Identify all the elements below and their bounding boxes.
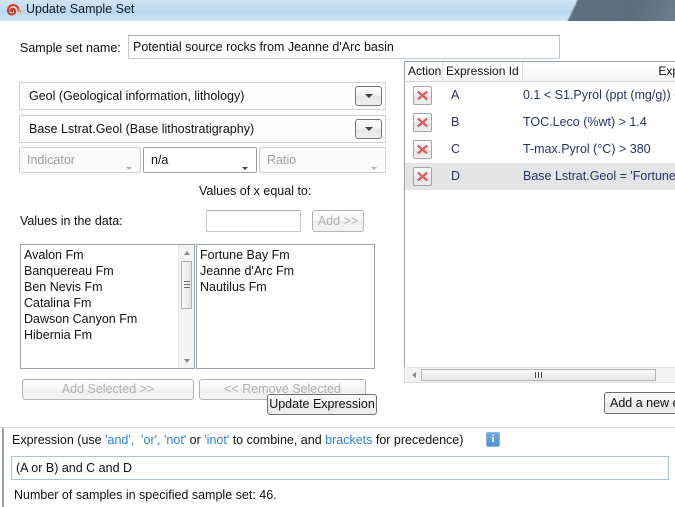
app-spiral-icon xyxy=(6,3,22,18)
selected-values-items: Fortune Bay Fm Jeanne d'Arc Fm Nautilus … xyxy=(200,247,294,295)
expression-id: C xyxy=(451,142,461,156)
info-icon[interactable]: i xyxy=(486,432,500,447)
expression-help-label: Expression (use 'and', 'or', 'not' or 'i… xyxy=(12,433,463,447)
scroll-left-icon[interactable] xyxy=(406,368,421,382)
category-combobox-button[interactable] xyxy=(355,86,382,106)
table-row[interactable]: D Base Lstrat.Geol = 'Fortune B xyxy=(405,163,675,190)
indicator-combobox-value: Indicator xyxy=(27,153,75,167)
values-of-x-label: Values of x equal to: xyxy=(199,184,312,198)
sample-set-name-input[interactable] xyxy=(128,35,560,59)
available-values-items: Avalon Fm Banquereau Fm Ben Nevis Fm Cat… xyxy=(24,247,137,343)
delete-expression-button[interactable] xyxy=(413,167,432,186)
grip-icon xyxy=(534,372,543,378)
delete-expression-button[interactable] xyxy=(413,86,432,105)
list-item[interactable]: Fortune Bay Fm xyxy=(200,247,294,263)
add-new-expression-button[interactable]: Add a new e xyxy=(604,392,675,414)
list-item[interactable]: Jeanne d'Arc Fm xyxy=(200,263,294,279)
expression-help-or: or xyxy=(189,433,201,447)
keyword-not: 'not' xyxy=(164,433,187,447)
keyword-inot: 'inot' xyxy=(204,433,230,447)
list-item[interactable]: Banquereau Fm xyxy=(24,263,137,279)
divider xyxy=(0,427,675,428)
hscrollbar-thumb[interactable] xyxy=(421,369,656,381)
expression-help-part3: for precedence) xyxy=(375,433,464,447)
operator-combobox-value: n/a xyxy=(151,153,169,167)
ratio-combobox-value: Ratio xyxy=(267,153,297,167)
category-combobox-value: Geol (Geological information, lithology) xyxy=(29,89,245,103)
expression-id: D xyxy=(451,169,461,183)
delete-expression-button[interactable] xyxy=(413,140,432,159)
list-item[interactable]: Hibernia Fm xyxy=(24,327,137,343)
sample-set-name-label: Sample set name: xyxy=(20,41,121,55)
delete-expression-button[interactable] xyxy=(413,113,432,132)
selected-values-listbox[interactable]: Fortune Bay Fm Jeanne d'Arc Fm Nautilus … xyxy=(196,244,375,369)
expressions-grid[interactable]: Action Expression Id Expr A 0.1 < S1.Pyr… xyxy=(404,61,675,373)
column-header-action[interactable]: Action xyxy=(405,62,443,81)
chevron-down-icon xyxy=(242,159,248,173)
window-title: Update Sample Set xyxy=(26,2,135,16)
table-row[interactable]: B TOC.Leco (%wt) > 1.4 xyxy=(405,109,675,136)
expression-help-part1: Expression (use xyxy=(12,433,106,447)
column-header-expression-id[interactable]: Expression Id xyxy=(443,62,523,81)
property-combobox[interactable]: Base Lstrat.Geol (Base lithostratigraphy… xyxy=(19,115,386,143)
list-item[interactable]: Catalina Fm xyxy=(24,295,137,311)
keyword-or: 'or', xyxy=(141,433,161,447)
keyword-brackets: brackets xyxy=(325,433,373,447)
chevron-down-icon xyxy=(371,159,377,173)
list-item[interactable]: Nautilus Fm xyxy=(200,279,294,295)
ratio-combobox[interactable]: Ratio xyxy=(259,147,386,173)
column-header-expression[interactable]: Expr xyxy=(523,62,675,81)
window-titlebar: Update Sample Set xyxy=(0,0,675,21)
indicator-combobox[interactable]: Indicator xyxy=(19,147,141,173)
expression-text: TOC.Leco (%wt) > 1.4 xyxy=(523,115,647,129)
expression-id: A xyxy=(451,88,460,102)
table-row[interactable]: A 0.1 < S1.Pyrol (ppt (mg/g)) < xyxy=(405,82,675,109)
expression-text: Base Lstrat.Geol = 'Fortune B xyxy=(523,169,675,183)
scroll-down-icon[interactable] xyxy=(179,353,194,368)
add-value-button[interactable]: Add >> xyxy=(312,210,364,232)
expressions-grid-hscrollbar[interactable] xyxy=(404,367,675,383)
available-values-listbox[interactable]: Avalon Fm Banquereau Fm Ben Nevis Fm Cat… xyxy=(20,244,195,369)
accent-bar xyxy=(2,428,4,507)
keyword-and: 'and', xyxy=(105,433,135,447)
expression-id: B xyxy=(451,115,460,129)
sample-count-status: Number of samples in specified sample se… xyxy=(14,488,277,502)
scroll-up-icon[interactable] xyxy=(179,245,194,260)
expression-help-part2: to combine, and xyxy=(232,433,322,447)
add-selected-button[interactable]: Add Selected >> xyxy=(22,379,194,400)
update-expression-button[interactable]: Update Expression xyxy=(267,394,377,415)
scrollbar-thumb[interactable] xyxy=(181,261,192,309)
expression-text: T-max.Pyrol (°C) > 380 xyxy=(523,142,651,156)
property-combobox-value: Base Lstrat.Geol (Base lithostratigraphy… xyxy=(29,122,255,136)
operator-combobox[interactable]: n/a xyxy=(143,147,257,173)
property-combobox-button[interactable] xyxy=(355,119,382,139)
available-values-scrollbar[interactable] xyxy=(178,245,194,368)
list-item[interactable]: Ben Nevis Fm xyxy=(24,279,137,295)
category-combobox[interactable]: Geol (Geological information, lithology) xyxy=(19,82,386,110)
grip-icon xyxy=(184,281,190,289)
chevron-down-icon xyxy=(126,159,132,173)
expression-text: 0.1 < S1.Pyrol (ppt (mg/g)) < xyxy=(523,88,675,102)
table-row[interactable]: C T-max.Pyrol (°C) > 380 xyxy=(405,136,675,163)
chevron-down-icon xyxy=(364,127,373,131)
expressions-grid-header: Action Expression Id Expr xyxy=(405,62,675,82)
x-value-input[interactable] xyxy=(206,210,301,232)
list-item[interactable]: Avalon Fm xyxy=(24,247,137,263)
dialog-client-area: Sample set name: Geol (Geological inform… xyxy=(0,21,675,507)
list-item[interactable]: Dawson Canyon Fm xyxy=(24,311,137,327)
chevron-down-icon xyxy=(364,94,373,98)
expression-input[interactable] xyxy=(11,456,669,480)
values-in-data-label: Values in the data: xyxy=(20,214,123,228)
